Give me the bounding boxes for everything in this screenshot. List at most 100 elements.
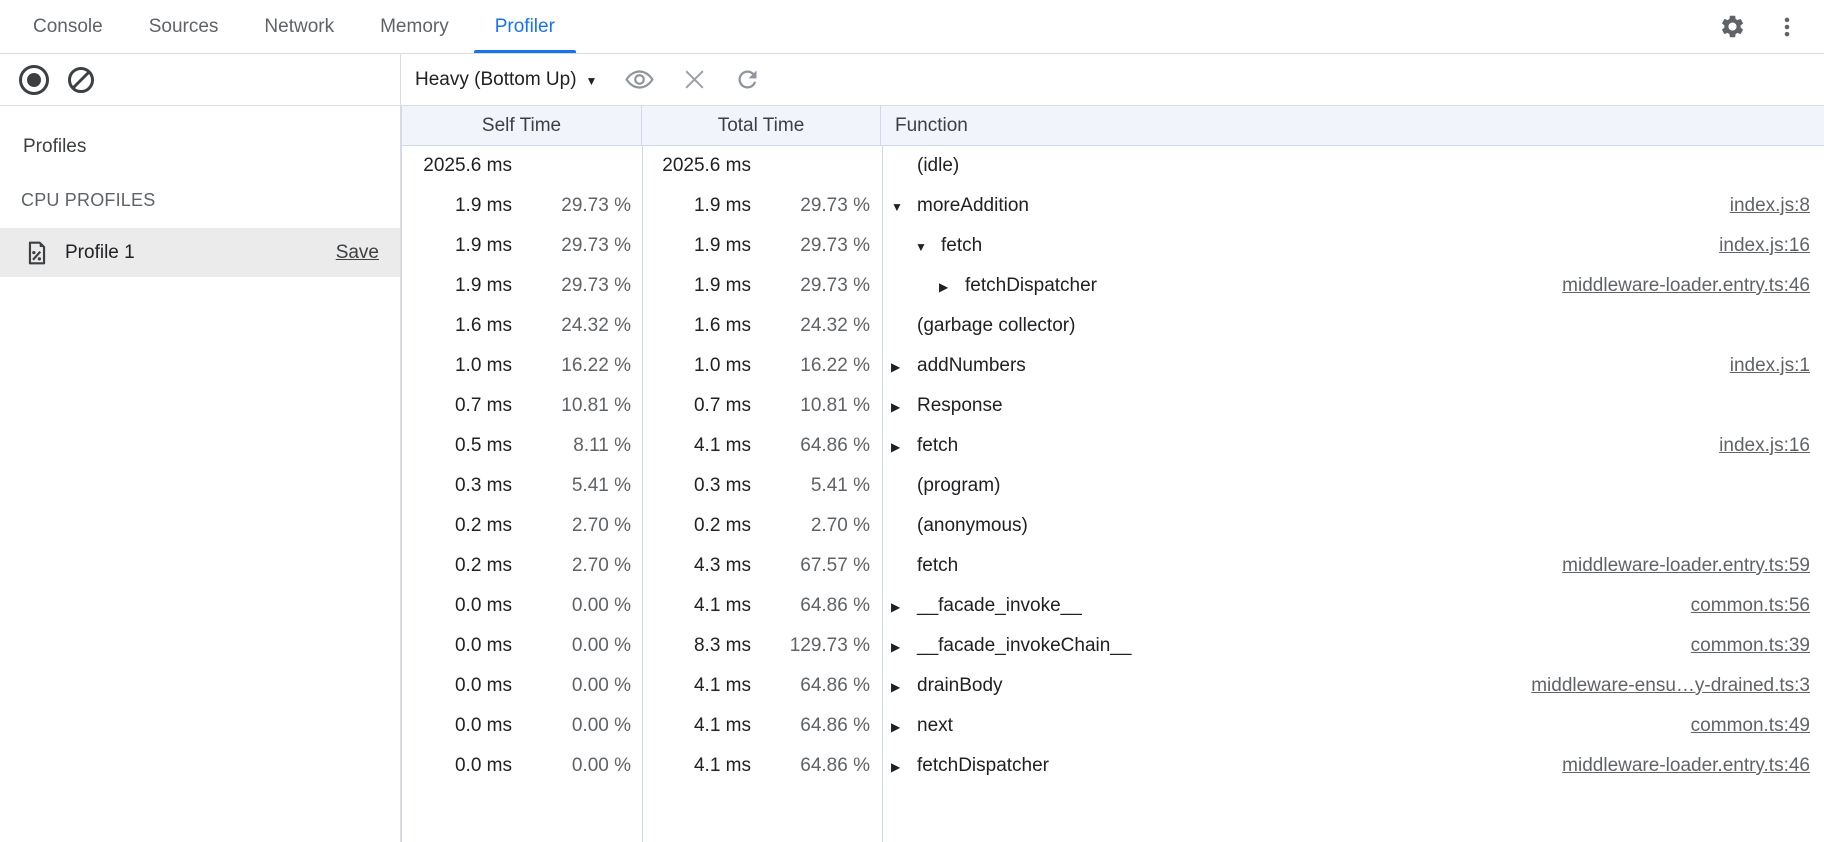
function-name: (idle) (917, 155, 959, 177)
refresh-icon[interactable] (734, 66, 761, 93)
self-time-cell: 0.5 ms8.11 % (401, 426, 642, 466)
view-mode-dropdown[interactable]: Heavy (Bottom Up) ▼ (415, 69, 597, 91)
total-time-percent: 29.73 % (751, 275, 881, 297)
profile-grid-row[interactable]: 1.6 ms24.32 %1.6 ms24.32 %(garbage colle… (401, 306, 1824, 346)
self-time-ms: 0.2 ms (401, 555, 512, 577)
total-time-percent: 16.22 % (751, 355, 881, 377)
function-cell: ▶nextcommon.ts:49 (881, 706, 1824, 746)
total-time-ms: 0.2 ms (642, 515, 751, 537)
total-time-percent: 64.86 % (751, 595, 881, 617)
source-link[interactable]: common.ts:56 (1671, 595, 1824, 617)
column-header-function[interactable]: Function (881, 106, 1824, 145)
expand-arrow-icon[interactable]: ▶ (891, 398, 917, 414)
collapse-arrow-icon[interactable]: ▼ (915, 238, 941, 254)
source-link[interactable]: index.js:16 (1699, 435, 1824, 457)
tab-console[interactable]: Console (10, 0, 126, 53)
gear-icon[interactable] (1719, 13, 1746, 40)
tab-memory[interactable]: Memory (357, 0, 472, 53)
profile-grid-row[interactable]: 1.9 ms29.73 %1.9 ms29.73 %▼fetchindex.js… (401, 226, 1824, 266)
profile-grid-row[interactable]: 0.0 ms0.00 %8.3 ms129.73 %▶__facade_invo… (401, 626, 1824, 666)
save-profile-link[interactable]: Save (336, 242, 379, 264)
kebab-menu-icon[interactable] (1774, 14, 1800, 40)
profile-grid-row[interactable]: 0.0 ms0.00 %4.1 ms64.86 %▶drainBodymiddl… (401, 666, 1824, 706)
expand-arrow-icon[interactable]: ▶ (891, 758, 917, 774)
arrow-spacer (891, 525, 917, 527)
self-time-percent: 29.73 % (512, 275, 642, 297)
expand-arrow-icon[interactable]: ▶ (891, 638, 917, 654)
expand-arrow-icon[interactable]: ▶ (891, 358, 917, 374)
total-time-cell: 1.9 ms29.73 % (642, 186, 881, 226)
profile-grid-row[interactable]: 1.9 ms29.73 %1.9 ms29.73 %▶fetchDispatch… (401, 266, 1824, 306)
function-name: fetch (917, 435, 958, 457)
source-link[interactable]: middleware-ensu…y-drained.ts:3 (1511, 675, 1824, 697)
function-cell: ▶Response (881, 386, 1824, 426)
source-link[interactable]: index.js:16 (1699, 235, 1824, 257)
profile-grid-row[interactable]: 0.0 ms0.00 %4.1 ms64.86 %▶__facade_invok… (401, 586, 1824, 626)
source-link[interactable]: index.js:1 (1710, 355, 1824, 377)
total-time-percent: 64.86 % (751, 715, 881, 737)
total-time-ms: 4.1 ms (642, 595, 751, 617)
function-cell: ▶fetch index.js:16 (881, 426, 1824, 466)
total-time-percent: 64.86 % (751, 675, 881, 697)
total-time-ms: 4.1 ms (642, 435, 751, 457)
profile-grid-row[interactable]: 2025.6 ms2025.6 ms(idle) (401, 146, 1824, 186)
tab-sources[interactable]: Sources (126, 0, 242, 53)
expand-arrow-icon[interactable]: ▶ (939, 278, 965, 294)
source-link[interactable]: common.ts:49 (1671, 715, 1824, 737)
self-time-ms: 1.9 ms (401, 275, 512, 297)
expand-arrow-icon[interactable]: ▶ (891, 598, 917, 614)
eye-icon[interactable] (624, 64, 655, 95)
profile-grid-row[interactable]: 0.2 ms2.70 %4.3 ms67.57 %fetchmiddleware… (401, 546, 1824, 586)
clear-profiles-button[interactable] (66, 65, 96, 95)
column-header-self-time[interactable]: Self Time (401, 106, 642, 145)
profile-grid-row[interactable]: 0.3 ms5.41 %0.3 ms5.41 %(program) (401, 466, 1824, 506)
source-link[interactable]: middleware-loader.entry.ts:46 (1542, 275, 1824, 297)
profile-grid-row[interactable]: 0.7 ms10.81 %0.7 ms10.81 %▶Response (401, 386, 1824, 426)
record-profile-button[interactable] (19, 65, 49, 95)
tab-profiler[interactable]: Profiler (472, 0, 578, 53)
tab-network[interactable]: Network (241, 0, 357, 53)
expand-arrow-icon[interactable]: ▶ (891, 678, 917, 694)
function-cell: (anonymous) (881, 506, 1824, 546)
function-cell: fetchmiddleware-loader.entry.ts:59 (881, 546, 1824, 586)
sidebar-title: Profiles (0, 106, 400, 158)
view-toolbar: Heavy (Bottom Up) ▼ (401, 54, 1824, 105)
self-time-percent: 2.70 % (512, 515, 642, 537)
function-name: moreAddition (917, 195, 1029, 217)
source-link[interactable]: index.js:8 (1710, 195, 1824, 217)
sidebar-item-profile-1[interactable]: Profile 1 Save (0, 228, 400, 277)
self-time-ms: 0.0 ms (401, 755, 512, 777)
devtools-window: ConsoleSourcesNetworkMemoryProfiler Heav… (0, 0, 1824, 842)
profile-grid-row[interactable]: 1.9 ms29.73 %1.9 ms29.73 %▼moreAdditioni… (401, 186, 1824, 226)
function-cell: ▼fetchindex.js:16 (881, 226, 1824, 266)
profile-document-icon (24, 240, 50, 266)
column-header-total-time[interactable]: Total Time (642, 106, 881, 145)
collapse-arrow-icon[interactable]: ▼ (891, 198, 917, 214)
total-time-cell: 4.1 ms64.86 % (642, 666, 881, 706)
function-name: Response (917, 395, 1003, 417)
panel-content: Profiles CPU PROFILES Profile 1 Save Sel… (0, 106, 1824, 842)
self-time-percent: 29.73 % (512, 235, 642, 257)
source-link[interactable]: middleware-loader.entry.ts:59 (1542, 555, 1824, 577)
profile-grid-row[interactable]: 0.0 ms0.00 %4.1 ms64.86 %▶nextcommon.ts:… (401, 706, 1824, 746)
profile-grid-row[interactable]: 0.2 ms2.70 %0.2 ms2.70 %(anonymous) (401, 506, 1824, 546)
profile-grid-row[interactable]: 0.0 ms0.00 %4.1 ms64.86 %▶fetchDispatche… (401, 746, 1824, 786)
self-time-ms: 0.0 ms (401, 715, 512, 737)
total-time-ms: 1.9 ms (642, 275, 751, 297)
function-cell: ▶fetchDispatchermiddleware-loader.entry.… (881, 746, 1824, 786)
profile-grid-row[interactable]: 1.0 ms16.22 %1.0 ms16.22 %▶addNumbersind… (401, 346, 1824, 386)
arrow-spacer (891, 165, 917, 167)
profiles-sidebar: Profiles CPU PROFILES Profile 1 Save (0, 106, 401, 842)
profile-grid-row[interactable]: 0.5 ms8.11 %4.1 ms64.86 %▶fetchindex.js:… (401, 426, 1824, 466)
source-link[interactable]: common.ts:39 (1671, 635, 1824, 657)
self-time-percent: 8.11 % (512, 435, 642, 457)
total-time-ms: 4.1 ms (642, 715, 751, 737)
expand-arrow-icon[interactable]: ▶ (891, 438, 917, 454)
close-icon[interactable] (682, 67, 707, 92)
profile-name: Profile 1 (65, 242, 135, 264)
expand-arrow-icon[interactable]: ▶ (891, 718, 917, 734)
self-time-percent: 0.00 % (512, 755, 642, 777)
source-link[interactable]: middleware-loader.entry.ts:46 (1542, 755, 1824, 777)
self-time-cell: 1.9 ms29.73 % (401, 266, 642, 306)
self-time-cell: 0.0 ms0.00 % (401, 626, 642, 666)
